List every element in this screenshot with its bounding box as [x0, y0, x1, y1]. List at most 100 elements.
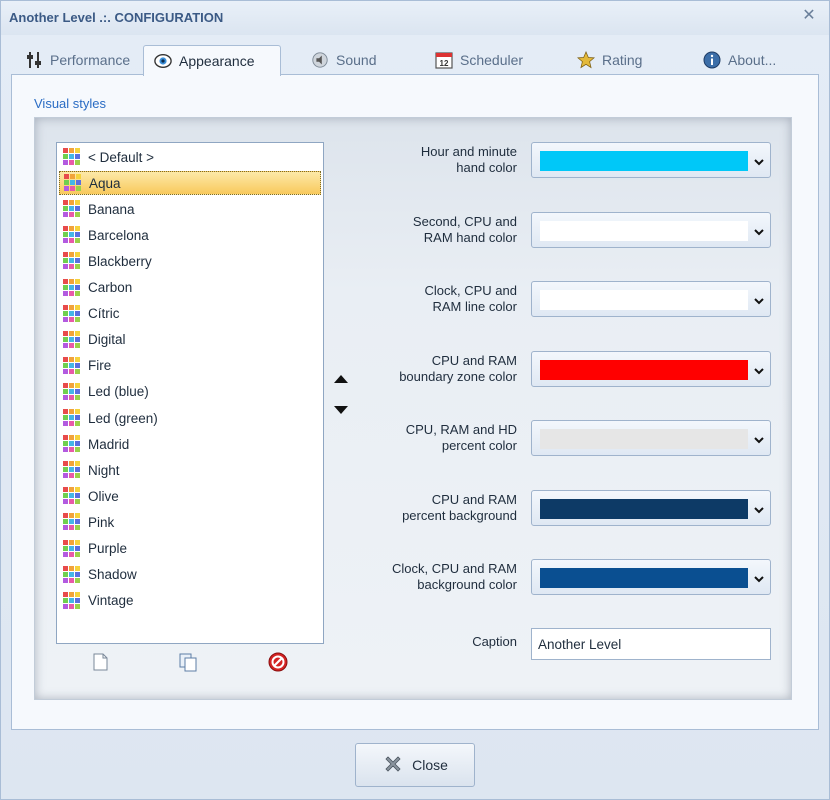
tab-sound[interactable]: Sound: [301, 45, 386, 75]
list-item[interactable]: Madrid: [59, 432, 321, 456]
list-item[interactable]: < Default >: [59, 145, 321, 169]
list-item[interactable]: Fire: [59, 354, 321, 378]
star-icon: [577, 50, 595, 69]
style-palette-icon: [63, 356, 81, 375]
color-picker-combo[interactable]: [531, 142, 771, 178]
speaker-icon: [311, 51, 329, 69]
color-picker-combo[interactable]: [531, 350, 771, 387]
tab-performance[interactable]: Performance: [15, 45, 140, 75]
color-setting-label-line: RAM line color: [432, 299, 517, 314]
delete-style-icon[interactable]: [267, 651, 291, 675]
list-item-label: Led (green): [88, 410, 158, 426]
list-item-label: Pink: [88, 514, 115, 530]
tab-label: Sound: [336, 52, 377, 68]
style-palette-icon: [63, 330, 81, 349]
list-item[interactable]: Blackberry: [59, 249, 321, 273]
style-palette-icon: [63, 148, 81, 166]
style-palette-icon: [63, 513, 81, 531]
close-button[interactable]: Close: [355, 743, 475, 787]
chevron-down-icon: [754, 155, 764, 166]
close-x-icon: [382, 753, 404, 778]
tab-label: Rating: [602, 52, 643, 68]
style-palette-icon: [63, 461, 81, 479]
list-item[interactable]: Led (blue): [59, 380, 321, 404]
list-item-label: Led (blue): [88, 384, 149, 400]
list-item-label: Purple: [88, 541, 128, 556]
tab-label: Scheduler: [460, 52, 524, 68]
tab-label: Appearance: [179, 53, 255, 69]
color-setting-label-line: boundary zone color: [399, 368, 517, 384]
list-item[interactable]: Aqua: [59, 171, 321, 196]
list-item[interactable]: Vintage: [59, 589, 321, 613]
list-item[interactable]: Digital: [59, 328, 321, 352]
list-item[interactable]: Olive: [59, 484, 321, 508]
color-setting-label: CPU and RAM percent background: [317, 492, 517, 524]
tab-label: About...: [728, 52, 777, 68]
color-setting-label: Clock, CPU and RAM background color: [317, 561, 517, 593]
color-setting-label-line: percent color: [441, 438, 517, 453]
color-picker-combo[interactable]: [531, 420, 771, 456]
style-palette-icon: [64, 174, 82, 192]
caption-input[interactable]: [531, 628, 771, 660]
color-swatch: [540, 429, 748, 449]
tab-bar: Performance Appearance Sound 12 Schedule…: [11, 45, 819, 76]
color-picker-combo[interactable]: [531, 211, 771, 248]
caption-label: Caption: [472, 634, 517, 649]
color-setting-label-line: CPU and RAM: [431, 352, 517, 368]
color-picker-combo[interactable]: [531, 281, 771, 317]
list-item-label: Cítric: [88, 306, 120, 322]
list-item[interactable]: Banana: [59, 197, 321, 221]
list-item-label: < Default >: [88, 149, 155, 165]
chevron-down-icon: [754, 433, 764, 444]
copy-style-icon[interactable]: [177, 651, 201, 675]
color-setting-label: Hour and minute hand color: [317, 144, 517, 176]
tab-label: Performance: [50, 52, 131, 68]
tab-rating[interactable]: Rating: [567, 45, 652, 75]
info-icon: [703, 51, 721, 69]
style-palette-icon: [63, 252, 81, 270]
list-item[interactable]: Carbon: [59, 276, 321, 300]
color-swatch: [540, 290, 748, 310]
move-down-icon[interactable]: [331, 402, 351, 418]
visual-styles-label: Visual styles: [34, 96, 107, 111]
list-item[interactable]: Night: [59, 458, 321, 482]
list-item-label: Blackberry: [88, 253, 152, 269]
list-item-label: Shadow: [88, 567, 137, 583]
color-setting-label-line: Clock, CPU and: [424, 283, 517, 298]
color-setting-label: CPU and RAM boundary zone color: [317, 353, 517, 385]
style-listbox[interactable]: < Default > Aqua Banana Barcelona Blackberry…: [56, 142, 324, 644]
list-item[interactable]: Purple: [59, 537, 321, 561]
color-swatch: [540, 498, 748, 519]
tab-about[interactable]: About...: [693, 45, 786, 75]
color-setting-label-line: background color: [417, 577, 517, 592]
list-item[interactable]: Led (green): [59, 406, 321, 430]
new-style-icon[interactable]: [89, 651, 113, 675]
style-palette-icon: [63, 304, 81, 323]
style-palette-icon: [63, 591, 81, 610]
list-item[interactable]: Barcelona: [59, 223, 321, 247]
list-item[interactable]: Pink: [59, 510, 321, 534]
sliders-icon: [25, 51, 43, 69]
tab-scheduler[interactable]: 12 Scheduler: [425, 45, 533, 75]
list-item-label: Olive: [88, 488, 119, 504]
appearance-panel: Visual styles < Default > Aqua Banana Barce…: [11, 74, 819, 730]
list-item-label: Fire: [88, 358, 112, 374]
color-setting-label-line: Hour and minute: [420, 144, 517, 159]
color-setting-label: Clock, CPU and RAM line color: [317, 283, 517, 315]
color-setting-label: Second, CPU and RAM hand color: [317, 214, 517, 246]
list-item[interactable]: Shadow: [59, 563, 321, 587]
list-item[interactable]: Cítric: [59, 302, 321, 326]
list-item-label: Aqua: [89, 175, 121, 191]
tab-appearance[interactable]: Appearance: [143, 45, 281, 76]
style-palette-icon: [63, 200, 81, 218]
window-close-icon[interactable]: ✕: [801, 8, 817, 24]
style-palette-icon: [63, 487, 81, 505]
chevron-down-icon: [754, 364, 764, 374]
chevron-down-icon: [754, 225, 764, 235]
visual-styles-group: < Default > Aqua Banana Barcelona Blackberry…: [34, 117, 792, 700]
list-item-label: Vintage: [88, 593, 134, 609]
color-setting-label-line: hand color: [456, 160, 517, 175]
color-picker-combo[interactable]: [531, 559, 771, 595]
title-bar[interactable]: Another Level .:. CONFIGURATION ✕: [1, 1, 829, 35]
color-picker-combo[interactable]: [531, 489, 771, 526]
